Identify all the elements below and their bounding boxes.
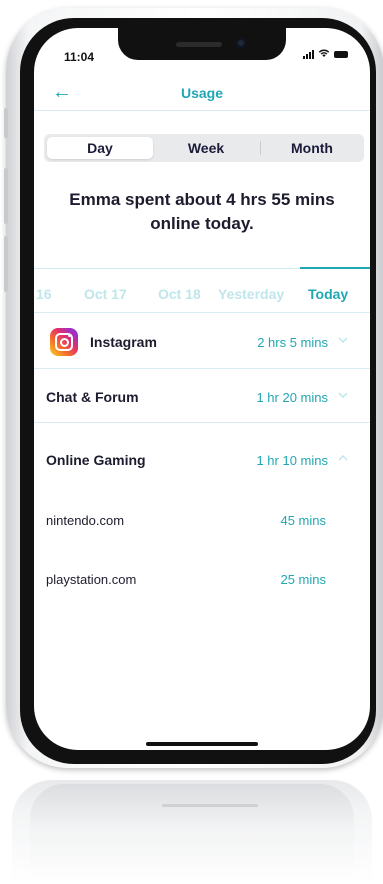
chevron-up-icon[interactable] (338, 453, 348, 465)
date-tab-oct-18[interactable]: Oct 18 (158, 286, 201, 302)
volume-down-button (4, 236, 8, 292)
status-time: 11:04 (64, 50, 95, 64)
phone-reflection-inner (30, 784, 354, 884)
category-time-chat-forum[interactable]: 1 hr 20 mins (214, 390, 328, 405)
category-time-online-gaming[interactable]: 1 hr 10 mins (214, 453, 328, 468)
date-tab-16[interactable]: 16 (36, 286, 52, 302)
status-icons (303, 48, 348, 61)
speaker (176, 42, 222, 47)
volume-up-button (4, 168, 8, 224)
selected-date-underline (300, 267, 370, 269)
segment-separator (260, 141, 261, 155)
category-time-instagram[interactable]: 2 hrs 5 mins (214, 335, 328, 350)
front-camera (236, 38, 246, 48)
phone-screen: 11:04 ← Usage Day Week Month Emma spent … (34, 28, 370, 750)
stage: 11:04 ← Usage Day Week Month Emma spent … (0, 0, 383, 884)
site-domain-nintendo: nintendo.com (46, 513, 125, 528)
notch (118, 28, 286, 60)
row-divider (34, 422, 370, 423)
page-title: Usage (180, 85, 224, 101)
category-name-online-gaming[interactable]: Online Gaming (46, 452, 146, 468)
period-segmented-control: Day Week Month (44, 134, 364, 162)
phone-reflection (12, 780, 372, 884)
silent-switch (4, 108, 8, 138)
wifi-icon (318, 48, 330, 61)
date-tab-today[interactable]: Today (308, 286, 348, 302)
instagram-icon (50, 328, 78, 356)
date-tab-oct-17[interactable]: Oct 17 (84, 286, 127, 302)
segment-week[interactable]: Week (154, 137, 258, 159)
signal-icon (303, 50, 314, 59)
date-tab-yesterday[interactable]: Yesterday (218, 286, 284, 302)
home-indicator[interactable] (146, 742, 258, 746)
header-divider (34, 110, 370, 111)
segment-day[interactable]: Day (47, 137, 153, 159)
reflection-home-bar (162, 804, 258, 807)
segment-month[interactable]: Month (262, 137, 362, 159)
site-time-playstation: 25 mins (280, 572, 326, 587)
category-name-chat-forum[interactable]: Chat & Forum (46, 389, 139, 405)
usage-summary: Emma spent about 4 hrs 55 mins online to… (69, 190, 335, 233)
chevron-down-icon[interactable] (338, 390, 348, 402)
date-strip-bottom-divider (34, 312, 370, 313)
row-divider (34, 368, 370, 369)
category-name-instagram[interactable]: Instagram (90, 334, 157, 350)
site-time-nintendo: 45 mins (280, 513, 326, 528)
battery-icon (334, 51, 348, 58)
site-domain-playstation: playstation.com (46, 572, 137, 587)
chevron-down-icon[interactable] (338, 335, 348, 347)
